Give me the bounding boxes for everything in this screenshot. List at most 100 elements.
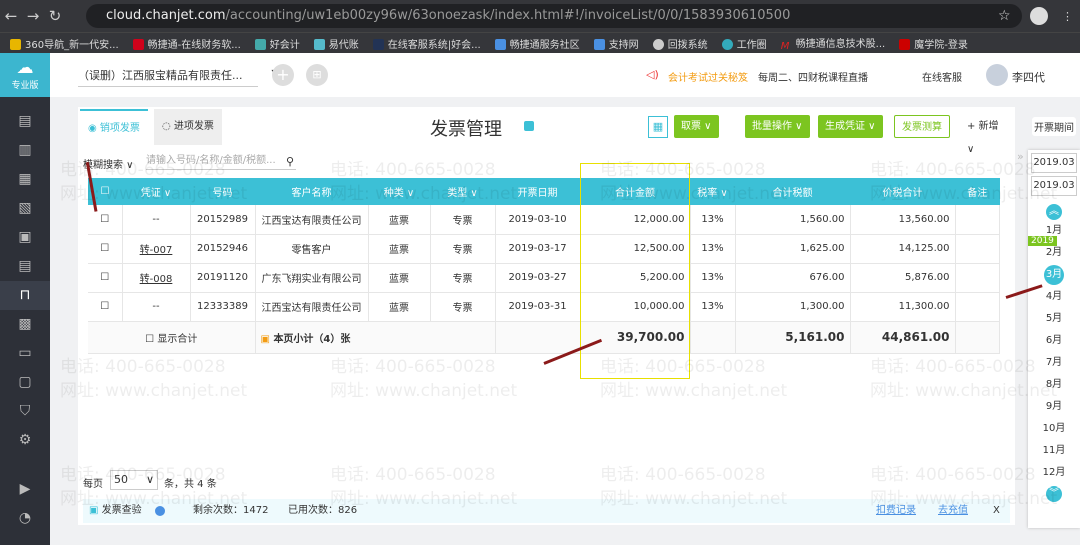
row-checkbox[interactable]: ☐ (88, 234, 123, 264)
sidebar-item-reports[interactable]: ▦ (0, 165, 50, 194)
star-icon[interactable]: ☆ (998, 8, 1011, 24)
month-item[interactable]: 10月 (1028, 418, 1080, 440)
scroll-up-icon[interactable]: ︽ (1046, 204, 1062, 220)
sidebar-item-speed[interactable]: ◔ (0, 504, 50, 533)
app-logo[interactable]: ☁ 专业版 (0, 53, 50, 97)
reload-icon[interactable]: ↻ (44, 7, 66, 25)
bookmark[interactable]: 支持网 (593, 36, 639, 51)
sidebar-item-check[interactable]: ⛉ (0, 397, 50, 426)
month-item[interactable]: 6月 (1028, 330, 1080, 352)
generate-voucher-button[interactable]: 生成凭证 ∨ (818, 115, 883, 138)
cell: 专票 (430, 292, 496, 322)
forward-icon[interactable]: → (22, 7, 44, 25)
collapse-icon[interactable]: » (1017, 150, 1024, 163)
year-tag: 2019 (1028, 236, 1057, 246)
close-button[interactable]: X (993, 499, 1000, 523)
sidebar-item-settings[interactable]: ⚙ (0, 426, 50, 455)
menu-icon[interactable]: ⋮ (1062, 10, 1073, 23)
cell[interactable]: -- (122, 205, 191, 235)
month-item[interactable]: 5月 (1028, 308, 1080, 330)
live-course-link[interactable]: 每周二、四财税课程直播 (758, 69, 868, 84)
row-checkbox[interactable]: ☐ (88, 205, 123, 235)
col-tax-rate[interactable]: 税率 ∨ (690, 178, 735, 205)
sidebar-item-accounts[interactable]: ▧ (0, 194, 50, 223)
sidebar-item-finance[interactable]: ▭ (0, 339, 50, 368)
bookmark[interactable]: 易代账 (313, 36, 359, 51)
profile-icon[interactable] (1030, 7, 1048, 25)
bookmark[interactable]: 畅捷通-在线财务软... (132, 36, 241, 51)
bookmark[interactable]: 魔学院-登录 (899, 36, 968, 51)
tab-sales-invoice[interactable]: ◉ 销项发票 (80, 109, 148, 145)
period-from[interactable]: 2019.03 (1031, 153, 1077, 173)
cell[interactable]: 转-007 (122, 234, 191, 264)
deduction-record-link[interactable]: 扣费记录 (876, 499, 916, 523)
sidebar-item-invoices[interactable]: ⊓ (0, 281, 50, 310)
sidebar-item-calendar[interactable]: ▣ (0, 223, 50, 252)
row-checkbox[interactable]: ☐ (88, 292, 123, 322)
month-item[interactable]: 7月 (1028, 352, 1080, 374)
subtotal-row: ☐ 显示合计 ▣ 本页小计（4）张 39,700.00 5,161.00 44,… (88, 321, 1000, 354)
col-voucher[interactable]: 凭证 ∨ (122, 178, 190, 205)
add-icon[interactable]: + (272, 64, 294, 86)
invoice-check-link[interactable]: ▣ 发票查验 (89, 499, 142, 523)
add-new-button[interactable]: + 新增 ∨ (960, 115, 1015, 155)
table-row[interactable]: ☐ -- 12333389 江西宝达有限责任公司 蓝票 专票 2019-03-31 10,00… (88, 292, 1000, 322)
cell[interactable]: -- (122, 292, 191, 322)
bookmark[interactable]: 工作圈 (721, 36, 767, 51)
sidebar-item-video[interactable]: ▶ (0, 475, 50, 504)
show-total-checkbox[interactable]: ☐ 显示合计 (145, 334, 197, 345)
per-page-select[interactable]: 50 ∨ (110, 470, 158, 490)
sidebar-item-ledger[interactable]: ▥ (0, 136, 50, 165)
invoice-calc-button[interactable]: 发票测算 (894, 115, 950, 138)
online-service-link[interactable]: 在线客服 (922, 69, 962, 84)
cell: 蓝票 (368, 205, 431, 235)
back-icon[interactable]: ← (0, 7, 22, 25)
period-to[interactable]: 2019.03 (1031, 176, 1077, 196)
bookmark[interactable]: 回拨系统 (652, 36, 708, 51)
qrcode-icon[interactable]: ▦ (648, 116, 668, 138)
bookmark[interactable]: 好会计 (254, 36, 300, 51)
cell: 5,876.00 (850, 263, 956, 293)
month-item[interactable]: 8月 (1028, 374, 1080, 396)
cell: 13% (690, 205, 736, 235)
col-kind[interactable]: 种类 ∨ (368, 178, 430, 205)
avatar[interactable] (986, 64, 1008, 86)
fetch-invoice-button[interactable]: 取票 ∨ (674, 115, 719, 138)
apps-icon[interactable]: ⊞ (306, 64, 328, 86)
month-item[interactable]: 3月 (1028, 264, 1080, 286)
month-item[interactable]: 11月 (1028, 440, 1080, 462)
address-bar[interactable]: cloud.chanjet.com/accounting/uw1eb00zy96… (86, 4, 1022, 28)
exam-promo-link[interactable]: 会计考试过关秘笈 (668, 69, 748, 84)
batch-operation-button[interactable]: 批量操作 ∨ (745, 115, 810, 138)
col-type[interactable]: 类型 ∨ (430, 178, 495, 205)
company-select[interactable]: （误删）江西服宝精品有限责任...▼ (78, 67, 280, 87)
cell[interactable]: 转-008 (122, 263, 191, 293)
bookmark[interactable]: 在线客服系统|好会... (372, 36, 481, 51)
sidebar-item-assets[interactable]: ▢ (0, 368, 50, 397)
sidebar-item-tax[interactable]: ▩ (0, 310, 50, 339)
bookmark[interactable]: 畅捷通服务社区 (494, 36, 580, 51)
tab-purchase-invoice[interactable]: ◌ 进项发票 (154, 109, 222, 145)
bookmark[interactable]: 360导航_新一代安... (10, 36, 119, 51)
invoice-icon: ▣ (260, 333, 270, 345)
search-icon[interactable]: ⚲ (286, 155, 294, 168)
table-row[interactable]: ☐ -- 20152989 江西宝达有限责任公司 蓝票 专票 2019-03-10 12,00… (88, 205, 1000, 235)
row-checkbox[interactable]: ☐ (88, 263, 123, 293)
scroll-down-icon[interactable]: ︾ (1046, 486, 1062, 502)
search-mode-select[interactable]: 模糊搜索 ∨ (83, 156, 134, 171)
sidebar-item-vouchers[interactable]: ▤ (0, 107, 50, 136)
table-row[interactable]: ☐ 转-007 20152946 零售客户 蓝票 专票 2019-03-17 12,500.0… (88, 234, 1000, 264)
table-row[interactable]: ☐ 转-008 20191120 广东飞翔实业有限公司 蓝票 专票 2019-03-27 5,… (88, 263, 1000, 293)
sidebar-item-docs[interactable]: ▤ (0, 252, 50, 281)
highlight-box (580, 163, 690, 379)
bookmark[interactable]: M 畅捷通信息技术股... (781, 35, 886, 52)
cell: 2019-03-27 (495, 263, 581, 293)
month-item[interactable]: 12月 (1028, 462, 1080, 484)
user-name[interactable]: 李四代 (1012, 69, 1045, 85)
recharge-link[interactable]: 去充值 (938, 499, 968, 523)
video-icon[interactable] (524, 121, 534, 131)
cell: 20152989 (190, 205, 256, 235)
month-item[interactable]: 9月 (1028, 396, 1080, 418)
info-icon[interactable] (155, 506, 165, 516)
search-input[interactable]: 请输入号码/名称/金额/税额... (146, 152, 296, 170)
